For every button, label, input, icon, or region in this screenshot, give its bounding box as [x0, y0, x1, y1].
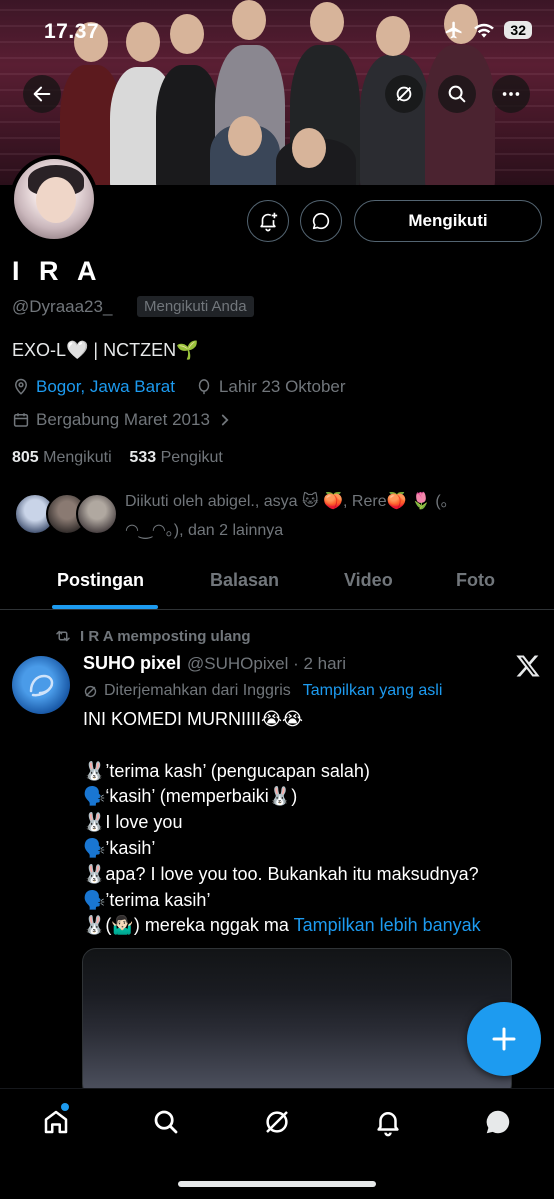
profile-joined-row[interactable]: Bergabung Maret 2013	[12, 410, 234, 430]
home-notification-dot	[61, 1103, 69, 1111]
status-icons: 32	[444, 20, 532, 40]
post-body: INI KOMEDI MURNIIII😭😭 🐰’terima kash’ (pe…	[83, 709, 481, 936]
post-media[interactable]	[82, 948, 512, 1098]
notify-button[interactable]	[247, 200, 289, 242]
x-logo-icon[interactable]	[514, 652, 542, 680]
following-button[interactable]: Mengikuti	[354, 200, 542, 242]
nav-explore[interactable]	[149, 1105, 183, 1139]
grok-nav-icon	[266, 1111, 288, 1133]
wifi-icon	[474, 23, 495, 38]
location-pin-icon	[14, 378, 28, 395]
messages-icon	[486, 1110, 510, 1134]
repost-indicator: I R A memposting ulang	[54, 627, 251, 645]
following-count-link[interactable]: 805 Mengikuti	[12, 449, 112, 466]
home-icon	[44, 1110, 68, 1134]
nav-grok[interactable]	[260, 1105, 294, 1139]
plus-icon	[492, 1027, 516, 1051]
active-tab-indicator	[52, 605, 158, 609]
post-author-name[interactable]: SUHO pixel	[83, 653, 181, 674]
grok-icon	[396, 86, 412, 102]
balloon-icon	[198, 379, 210, 395]
more-options-button[interactable]	[492, 75, 530, 113]
back-button[interactable]	[23, 75, 61, 113]
post-handle-time[interactable]: @SUHOpixel · 2 hari	[187, 654, 346, 674]
profile-name: I R A	[12, 256, 103, 286]
tab-balasan[interactable]: Balasan	[210, 570, 279, 591]
profile-meta-row: Bogor, Jawa Barat Lahir 23 Oktober	[12, 377, 346, 397]
tab-video[interactable]: Video	[344, 570, 393, 591]
show-more-link[interactable]: Tampilkan lebih banyak	[294, 915, 481, 935]
chevron-right-icon	[221, 414, 229, 426]
message-icon	[312, 212, 330, 230]
repost-icon	[56, 630, 70, 642]
search-button[interactable]	[438, 75, 476, 113]
notification-bell-plus-icon	[260, 212, 278, 232]
tab-foto[interactable]: Foto	[456, 570, 495, 591]
explore-icon	[154, 1110, 178, 1134]
tab-postingan[interactable]: Postingan	[57, 570, 144, 591]
follows-you-badge: Mengikuti Anda	[137, 296, 254, 317]
airplane-icon	[446, 21, 462, 39]
post-header: SUHO pixel @SUHOpixel · 2 hari	[83, 653, 346, 674]
profile-birthday: Lahir 23 Oktober	[218, 377, 346, 396]
calendar-icon	[13, 413, 29, 427]
grok-small-icon	[84, 685, 97, 697]
followers-count-link[interactable]: 533 Pengikut	[129, 449, 222, 466]
compose-post-button[interactable]	[467, 1002, 541, 1076]
profile-tabs: Postingan Balasan Video Foto	[0, 558, 554, 610]
profile-avatar[interactable]	[10, 155, 98, 243]
follow-counts: 805 Mengikuti 533 Pengikut	[12, 449, 223, 467]
profile-location[interactable]: Bogor, Jawa Barat	[36, 377, 175, 397]
message-button[interactable]	[300, 200, 342, 242]
back-arrow-icon	[33, 86, 51, 102]
show-original-link[interactable]: Tampilkan yang asli	[303, 682, 443, 700]
followed-by-avatars[interactable]	[14, 493, 118, 537]
battery-indicator: 32	[504, 21, 532, 39]
notifications-icon	[377, 1112, 399, 1137]
nav-notifications[interactable]	[371, 1105, 405, 1139]
followed-by-text[interactable]: Diikuti oleh abigel., asya 🐱 🍑, Rere🍑 🌷 …	[125, 487, 545, 545]
more-icon	[502, 92, 520, 96]
translation-row: Diterjemahkan dari Inggris Tampilkan yan…	[83, 682, 442, 700]
home-indicator	[178, 1181, 376, 1187]
post-author-avatar[interactable]	[12, 656, 70, 714]
nav-home[interactable]	[39, 1105, 73, 1139]
profile-joined: Bergabung Maret 2013	[36, 410, 210, 429]
grok-button[interactable]	[385, 75, 423, 113]
search-icon	[448, 85, 466, 103]
profile-handle: @Dyraaa23_	[12, 297, 113, 316]
status-time: 17.37	[44, 20, 100, 43]
profile-bio: EXO-L🤍 | NCTZEN🌱	[12, 340, 199, 360]
translated-label: Diterjemahkan dari Inggris	[104, 682, 291, 699]
nav-messages[interactable]	[481, 1105, 515, 1139]
